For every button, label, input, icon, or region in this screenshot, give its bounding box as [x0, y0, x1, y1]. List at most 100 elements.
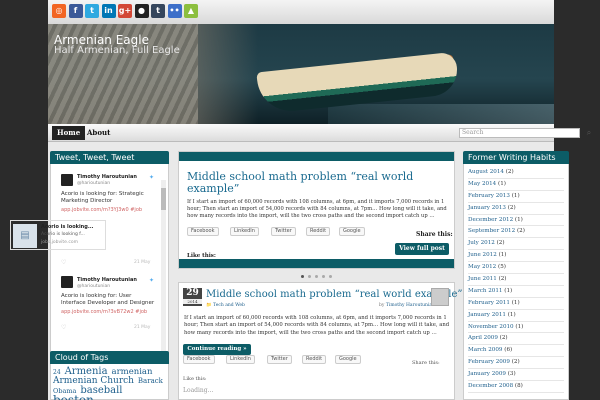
archive-count: (1) — [511, 192, 520, 199]
archive-item: June 2012 (1) — [468, 250, 564, 263]
archive-count: (1) — [514, 216, 523, 223]
archive-link[interactable]: September 2012 — [468, 228, 515, 234]
tweet-card[interactable]: ▤ Acorio is looking... Acorio is looking… — [10, 220, 106, 250]
archive-link[interactable]: May 2014 — [468, 181, 496, 187]
avatar[interactable] — [61, 174, 73, 186]
flickr-icon[interactable]: •• — [167, 4, 182, 18]
post-excerpt: If I start an import of 60,000 records w… — [184, 315, 450, 336]
archive-count: (1) — [504, 287, 513, 294]
heart-icon[interactable]: ♡ — [61, 259, 66, 266]
linkedin-icon[interactable]: in — [101, 4, 116, 18]
archive-item: February 2013 (1) — [468, 191, 564, 203]
archive-link[interactable]: February 2011 — [468, 300, 510, 306]
share-linkedin-button[interactable]: LinkedIn — [230, 227, 259, 236]
tag-link[interactable]: Barack — [138, 377, 163, 385]
archive-link[interactable]: June 2011 — [468, 276, 497, 282]
archive-link[interactable]: April 2009 — [468, 335, 498, 341]
share-google-button[interactable]: Google — [339, 227, 365, 236]
tag-link[interactable]: 24 — [53, 369, 61, 376]
twitter-icon[interactable]: t — [85, 4, 99, 18]
tweet-handle[interactable]: @harioutunian — [77, 284, 110, 289]
rss-icon[interactable]: ◎ — [52, 4, 66, 18]
featured-slider: Middle school math problem “real world e… — [178, 151, 455, 269]
tweet-author[interactable]: Timothy Haroutunian — [77, 277, 137, 283]
archive-link[interactable]: February 2009 — [468, 359, 510, 365]
nav-about[interactable]: About — [84, 126, 113, 140]
tweet-link[interactable]: app.jobvite.com/m?3vB72w2 #job — [61, 309, 147, 315]
archive-count: (2) — [505, 169, 514, 175]
archives-box: August 2014 (2) May 2014 (1) February 2013… — [463, 164, 569, 400]
author-link[interactable]: Timothy Haroutunian — [386, 303, 435, 308]
blog-post: 29 2014 Middle school math problem “real… — [178, 282, 463, 400]
slider-post-title[interactable]: Middle school math problem “real world e… — [187, 171, 447, 195]
tag-list: 24 Armenia armenian Armenian Church Bara… — [53, 367, 167, 400]
archive-count: (1) — [511, 299, 520, 306]
avatar[interactable] — [61, 276, 73, 288]
googleplus-icon[interactable]: g+ — [118, 4, 132, 18]
archive-item: April 2009 (2) — [468, 333, 564, 346]
tweet-date[interactable]: 21 May — [134, 325, 150, 330]
slider-dot[interactable] — [308, 275, 311, 278]
tweet-date[interactable]: 21 May — [134, 260, 150, 265]
facebook-icon[interactable]: f — [68, 4, 83, 18]
archive-item: August 2014 (2) — [468, 167, 564, 179]
scrollbar-thumb[interactable] — [161, 188, 166, 210]
archive-link[interactable]: February 2013 — [468, 193, 510, 199]
share-twitter-button[interactable]: Twitter — [267, 355, 292, 364]
author-avatar[interactable] — [431, 288, 449, 306]
search-icon[interactable]: ⌕ — [582, 127, 596, 139]
archive-link[interactable]: August 2014 — [468, 169, 504, 175]
share-facebook-button[interactable]: Facebook — [187, 227, 219, 236]
archive-link[interactable]: December 2012 — [468, 217, 513, 223]
slider-dot[interactable] — [329, 275, 332, 278]
github-icon[interactable]: ● — [134, 4, 149, 18]
tumblr-icon[interactable]: t — [151, 4, 165, 18]
archive-item: July 2012 (2) — [468, 238, 564, 251]
share-google-button[interactable]: Google — [335, 355, 361, 364]
slider-dot[interactable] — [315, 275, 318, 278]
archive-link[interactable]: June 2012 — [468, 252, 497, 258]
tweet-text: Acorio is looking for: Strategic Marketi… — [61, 191, 144, 204]
archive-count: (2) — [516, 228, 525, 235]
nav-home[interactable]: Home — [52, 126, 86, 140]
post-day: 29 — [186, 288, 199, 298]
view-full-post-button[interactable]: View full post — [395, 243, 449, 255]
archive-link[interactable]: January 2011 — [468, 312, 506, 318]
share-facebook-button[interactable]: Facebook — [183, 355, 215, 364]
continue-reading-button[interactable]: Continue reading » — [183, 344, 251, 355]
tweet-link[interactable]: app.jobvite.com/m?3YJ3w0 #job — [61, 207, 142, 213]
share-linkedin-button[interactable]: LinkedIn — [226, 355, 255, 364]
archive-link[interactable]: May 2012 — [468, 264, 496, 270]
twitter-scrollbar[interactable] — [161, 180, 166, 354]
tag-link[interactable]: boston — [53, 393, 94, 400]
category-link[interactable]: Tech and Web — [213, 303, 245, 308]
slider-dot[interactable] — [322, 275, 325, 278]
heart-icon[interactable]: ♡ — [61, 324, 66, 331]
android-icon[interactable]: ▲ — [184, 4, 198, 18]
twitter-widget-title: Tweet, Tweet, Tweet — [50, 151, 169, 164]
tweet-handle[interactable]: @harioutunian — [77, 181, 110, 186]
archive-count: (8) — [514, 383, 523, 390]
archive-item: May 2014 (1) — [468, 179, 564, 191]
archive-link[interactable]: January 2013 — [468, 205, 506, 211]
archive-count: (2) — [498, 276, 507, 283]
card-desc: Acorio is looking f... — [41, 232, 85, 237]
archive-link[interactable]: March 2009 — [468, 347, 503, 353]
post-title[interactable]: Middle school math problem “real world e… — [206, 289, 463, 300]
search-input[interactable]: Search — [459, 128, 580, 138]
archive-link[interactable]: January 2009 — [468, 371, 506, 377]
tweet-author[interactable]: Timothy Haroutunian — [77, 174, 137, 180]
archive-item: January 2013 (2) — [468, 203, 564, 215]
archive-link[interactable]: December 2008 — [468, 383, 513, 389]
share-reddit-button[interactable]: Reddit — [306, 227, 331, 236]
share-reddit-button[interactable]: Reddit — [302, 355, 327, 364]
archive-count: (6) — [504, 347, 513, 354]
archive-link[interactable]: July 2012 — [468, 240, 495, 246]
slider-dot[interactable] — [301, 275, 304, 278]
archive-count: (5) — [498, 264, 506, 271]
archive-link[interactable]: March 2011 — [468, 288, 503, 294]
card-url: jobs.jobvite.com — [41, 240, 78, 245]
share-twitter-button[interactable]: Twitter — [271, 227, 296, 236]
main-nav: Home About Search ⌕ — [48, 124, 591, 142]
archive-link[interactable]: November 2010 — [468, 324, 514, 330]
